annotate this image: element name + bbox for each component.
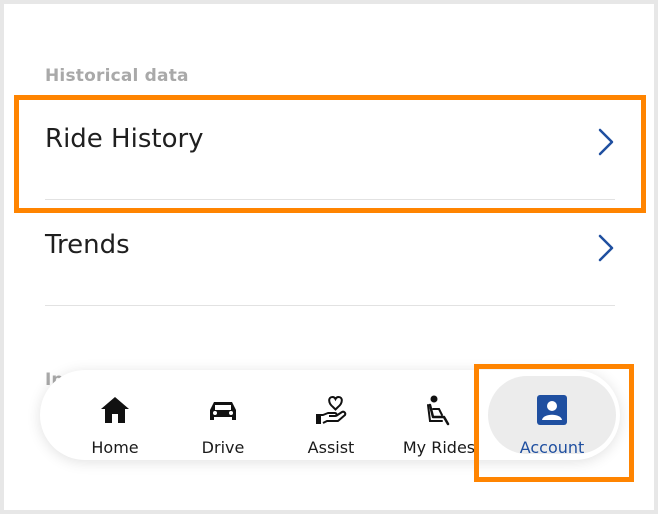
bottom-nav: Home Drive Assist My Rides Account [40,370,620,460]
account-icon [537,395,567,425]
ride-history-row[interactable]: Ride History [45,94,615,200]
tab-label: Home [91,438,139,457]
trends-label: Trends [45,230,130,260]
tab-drive[interactable]: Drive [168,370,278,460]
tab-label: Account [519,438,585,457]
section-label-historical-data: Historical data [45,66,189,86]
ride-history-label: Ride History [45,124,204,154]
tab-label: Assist [307,438,355,457]
tab-account[interactable]: Account [488,376,616,457]
screen: Historical data Ride History Trends In H… [4,4,654,510]
tab-label: My Rides [402,438,476,457]
tab-label: Drive [201,438,245,457]
trends-row[interactable]: Trends [45,200,615,306]
car-seat-icon [427,395,450,426]
hand-heart-icon [316,395,347,424]
chevron-right-icon [598,128,614,156]
tab-home[interactable]: Home [60,370,170,460]
car-icon [210,402,236,420]
tab-my-rides[interactable]: My Rides [384,370,494,460]
tab-assist[interactable]: Assist [276,370,386,460]
home-icon [101,397,129,423]
chevron-right-icon [598,234,614,262]
